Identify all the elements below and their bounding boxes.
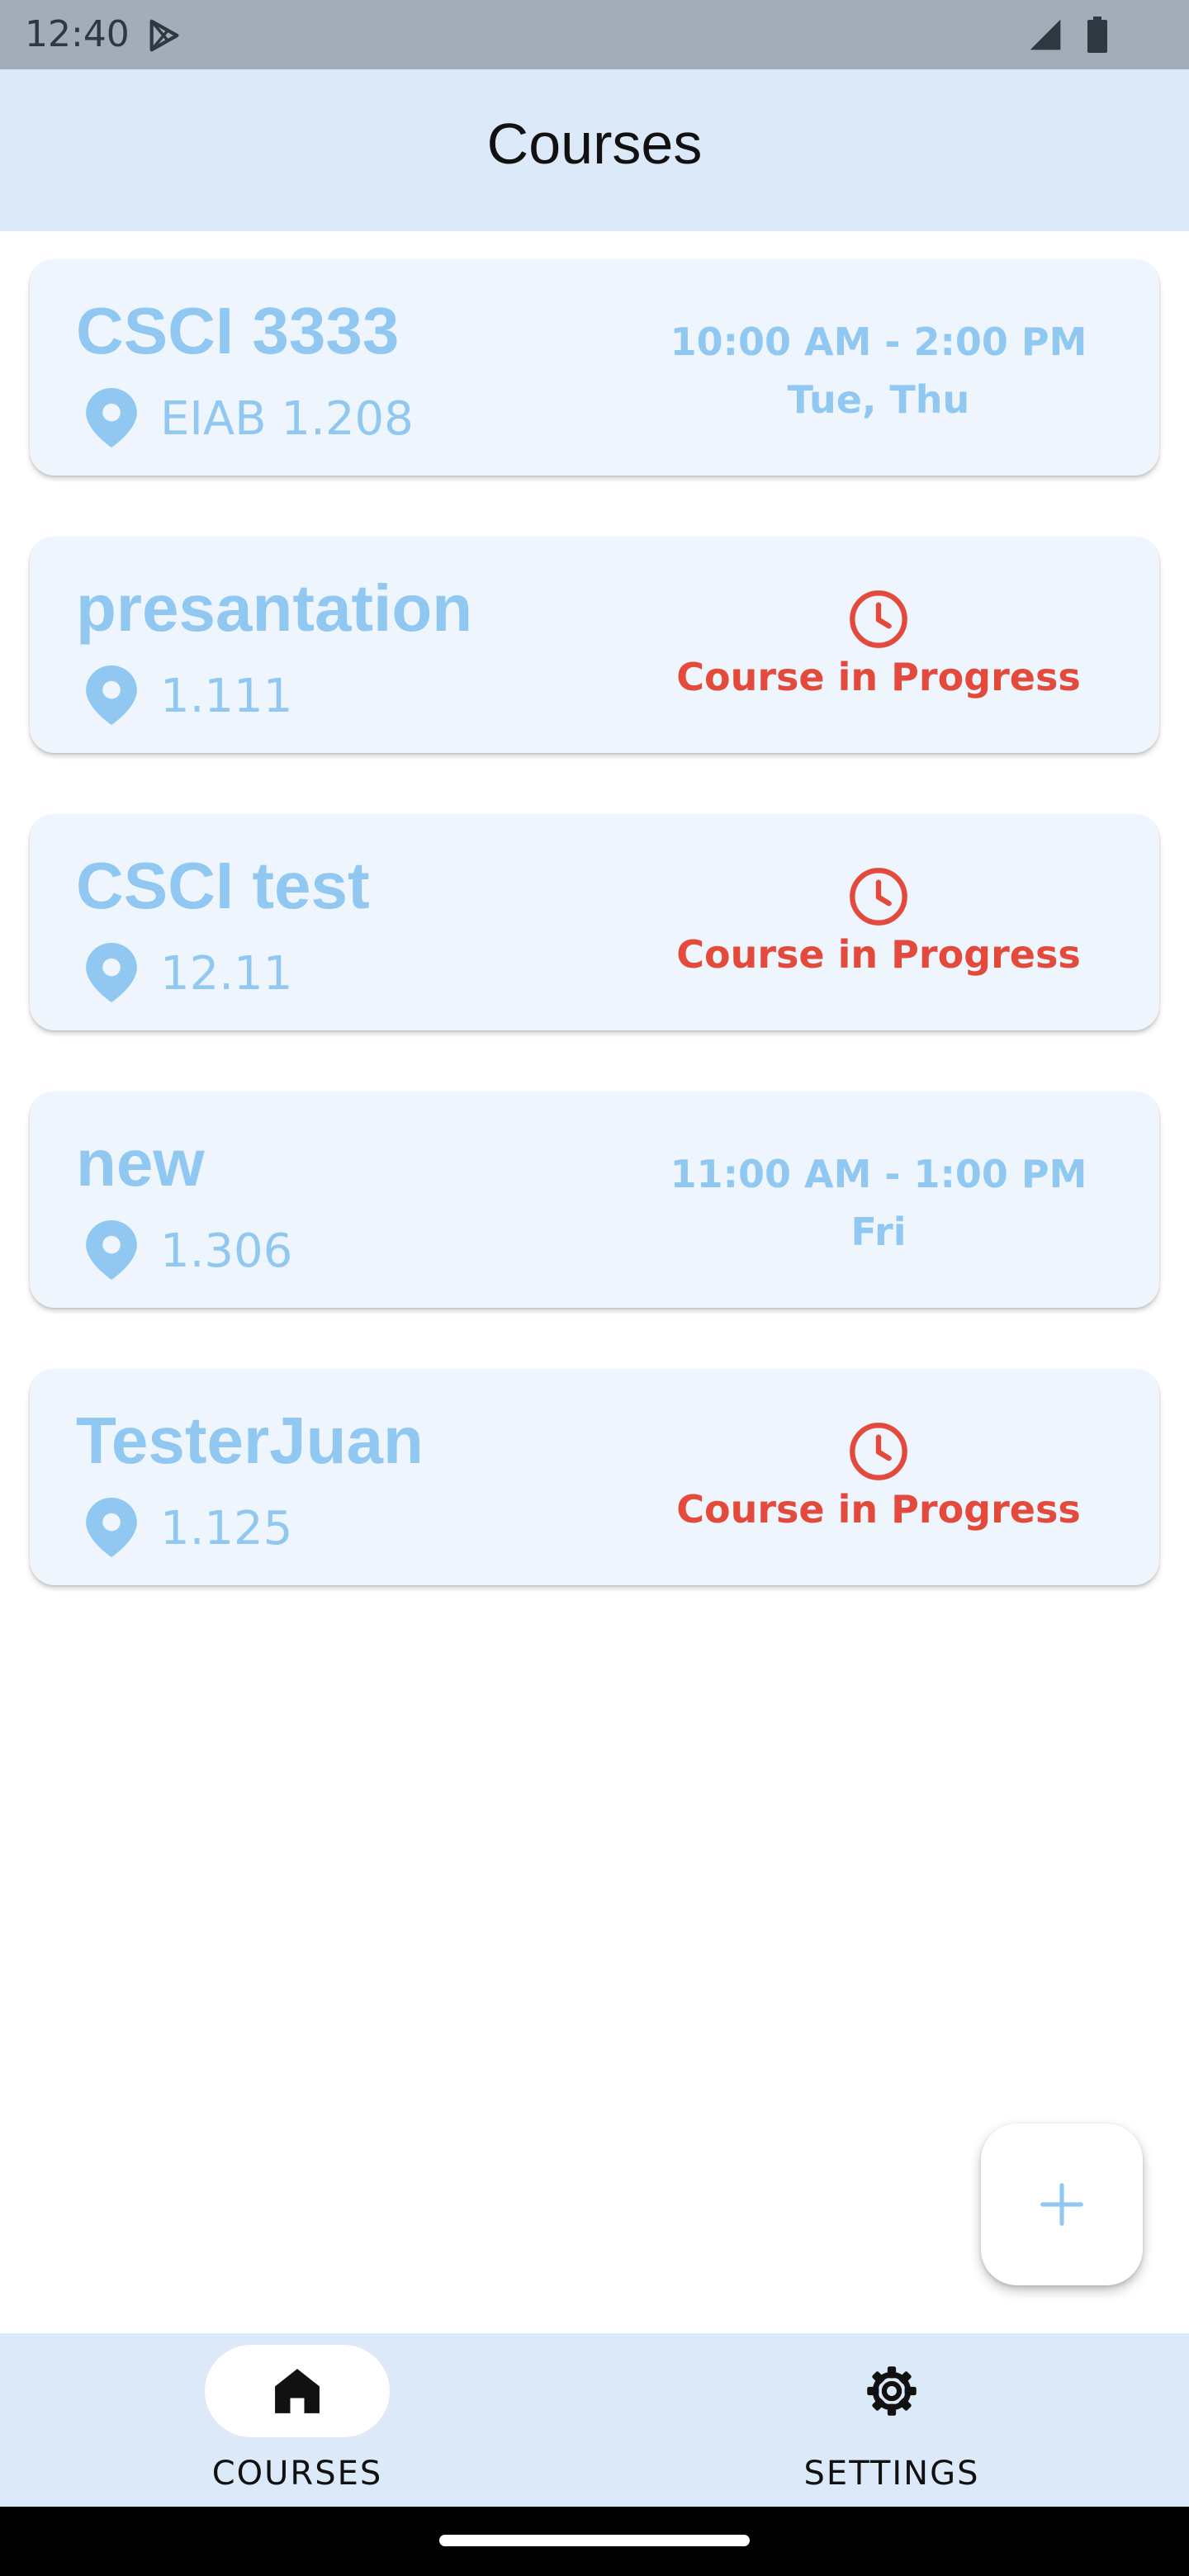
- course-card[interactable]: new 1.306 11:00 AM - 1:00 PM Fri: [30, 1091, 1159, 1308]
- nav-item-settings[interactable]: SETTINGS: [594, 2333, 1189, 2507]
- progress-block: Course in Progress: [664, 865, 1093, 978]
- course-card[interactable]: CSCI test 12.11 Course in Progress: [30, 814, 1159, 1030]
- course-room: 12.11: [160, 947, 293, 1001]
- clock-icon: [850, 868, 907, 926]
- signal-icon: [1030, 19, 1061, 50]
- course-status: Course in Progress: [676, 932, 1081, 977]
- course-room: 1.306: [160, 1224, 293, 1278]
- course-days: Fri: [850, 1210, 907, 1254]
- course-card[interactable]: CSCI 3333 EIAB 1.208 10:00 AM - 2:00 PM …: [30, 259, 1159, 476]
- play-store-icon: [149, 19, 179, 52]
- home-icon: [275, 2369, 320, 2413]
- clock-icon: [850, 590, 907, 648]
- course-room: 1.111: [160, 670, 293, 723]
- schedule-block: 10:00 AM - 2:00 PM Tue, Thu: [664, 319, 1093, 423]
- course-time-range: 11:00 AM - 1:00 PM: [670, 1152, 1087, 1196]
- course-status: Course in Progress: [676, 1487, 1081, 1532]
- nav-label-courses: COURSES: [211, 2455, 383, 2493]
- course-time-range: 10:00 AM - 2:00 PM: [670, 320, 1087, 364]
- course-room: 1.125: [160, 1502, 293, 1556]
- location-pin-icon: [86, 1220, 137, 1280]
- clock-icon: [850, 1423, 907, 1480]
- bottom-navigation: COURSES SETTINGS: [0, 2333, 1189, 2507]
- course-name: CSCI 3333: [76, 294, 400, 367]
- status-time: 12:40: [25, 13, 130, 55]
- course-name: TesterJuan: [76, 1404, 424, 1477]
- location-pin-icon: [86, 1498, 137, 1557]
- nav-label-settings: SETTINGS: [803, 2455, 980, 2493]
- course-room: EIAB 1.208: [160, 392, 414, 446]
- status-bar: 12:40: [0, 0, 1189, 69]
- schedule-block: 11:00 AM - 1:00 PM Fri: [664, 1151, 1093, 1255]
- course-card[interactable]: presantation 1.111 Course in Progress: [30, 537, 1159, 753]
- nav-item-courses[interactable]: COURSES: [0, 2333, 594, 2507]
- course-name: CSCI test: [76, 849, 370, 922]
- location-pin-icon: [86, 665, 137, 725]
- course-status: Course in Progress: [676, 655, 1081, 699]
- course-card[interactable]: TesterJuan 1.125 Course in Progress: [30, 1369, 1159, 1585]
- battery-icon: [1087, 17, 1107, 53]
- app-bar: Courses: [0, 69, 1189, 231]
- location-pin-icon: [86, 388, 137, 447]
- home-indicator[interactable]: [439, 2535, 750, 2546]
- system-navigation-bar: [0, 2507, 1189, 2576]
- progress-block: Course in Progress: [664, 588, 1093, 700]
- course-days: Tue, Thu: [787, 377, 970, 422]
- gear-icon: [867, 2366, 917, 2416]
- course-name: presantation: [76, 571, 473, 645]
- plus-icon: [1040, 2183, 1083, 2226]
- page-title: Courses: [486, 111, 703, 176]
- location-pin-icon: [86, 943, 137, 1002]
- add-course-button[interactable]: [981, 2124, 1143, 2285]
- progress-block: Course in Progress: [664, 1420, 1093, 1532]
- course-name: new: [76, 1126, 205, 1200]
